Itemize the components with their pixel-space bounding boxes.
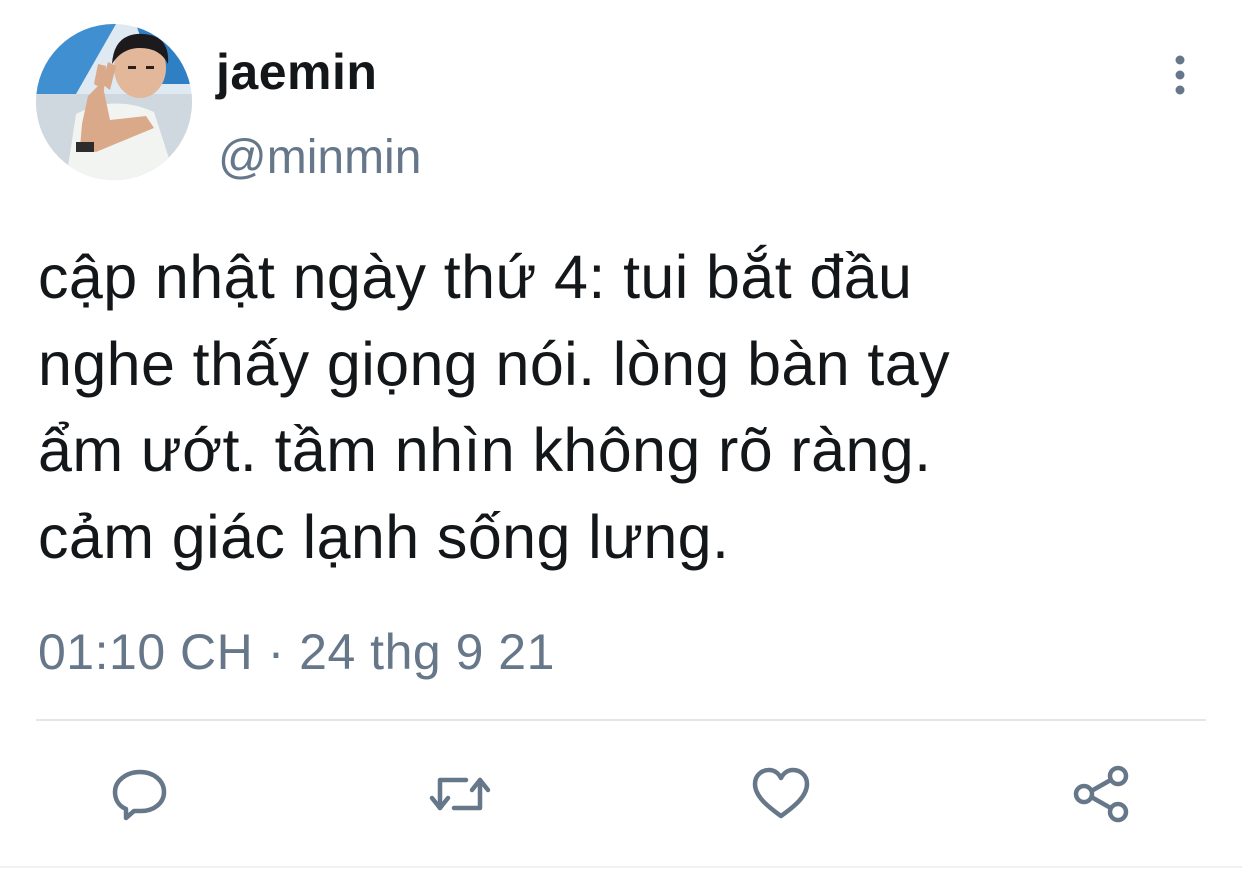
more-options-button[interactable] — [1160, 50, 1200, 100]
tweet-detail: jaemin @minmin cập nhật ngày thứ 4: tui … — [0, 0, 1242, 885]
share-icon — [1073, 765, 1129, 823]
bottom-divider — [0, 866, 1242, 868]
avatar[interactable] — [36, 24, 192, 180]
retweet-icon — [429, 777, 491, 811]
like-button[interactable] — [749, 762, 813, 826]
tweet-text: cập nhật ngày thứ 4: tui bắt đầu nghe th… — [38, 243, 950, 571]
divider — [36, 719, 1206, 721]
more-vertical-icon — [1175, 55, 1185, 95]
profile-photo-icon — [36, 24, 192, 180]
share-button[interactable] — [1070, 762, 1134, 826]
reply-button[interactable] — [108, 762, 172, 826]
heart-icon — [752, 767, 810, 819]
user-handle[interactable]: @minmin — [218, 128, 421, 188]
tweet-timestamp[interactable]: 01:10 CH · 24 thg 9 21 — [38, 620, 555, 684]
retweet-button[interactable] — [428, 762, 492, 826]
reply-icon — [112, 769, 167, 821]
display-name[interactable]: jaemin — [216, 40, 377, 104]
